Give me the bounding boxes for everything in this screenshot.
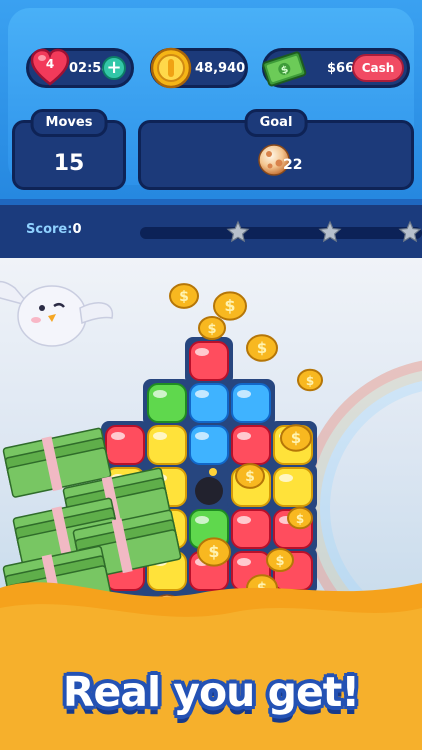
lives-count: 4 (45, 57, 55, 71)
score-text: Score:0 (26, 222, 81, 237)
flying-coin-icon: $ (169, 283, 199, 309)
gem-tile[interactable] (273, 467, 313, 507)
flying-coin-icon: $ (287, 506, 313, 530)
svg-text:$: $ (179, 289, 189, 305)
svg-text:$: $ (257, 339, 267, 357)
cash-button[interactable]: Cash (352, 54, 404, 82)
svg-text:$: $ (296, 512, 304, 526)
star-2-icon (318, 220, 342, 243)
add-lives-button[interactable]: + (102, 56, 126, 80)
coin-balance: 48,940 (195, 61, 246, 76)
money-stack-icon: $ (262, 51, 307, 87)
score-bar: Score:0 (0, 205, 422, 258)
flying-coin-icon: $ (246, 334, 278, 362)
goal-count: 22 (283, 157, 303, 173)
svg-text:$: $ (291, 429, 301, 447)
svg-text:$: $ (245, 469, 255, 485)
orange-floor-wave (0, 582, 422, 750)
moves-panel: Moves 15 (12, 109, 126, 190)
lives-timer-pill[interactable]: 4 02:54 + (26, 48, 134, 88)
star-3-icon (398, 220, 422, 243)
top-hud: 4 02:54 + 48,940 $ $66 Cash Moves 15 Goa… (0, 0, 422, 205)
gem-tile[interactable] (189, 425, 229, 465)
goal-panel: Goal 22 (138, 109, 414, 190)
gem-tile[interactable] (231, 383, 271, 423)
score-value: 0 (72, 222, 82, 237)
cash-pill: $ $66 Cash (262, 48, 410, 88)
flying-coin-icon: $ (280, 424, 312, 452)
svg-text:$: $ (208, 542, 219, 561)
cash-balance: $66 (327, 61, 355, 76)
gem-tile[interactable] (231, 509, 271, 549)
gem-tile[interactable] (189, 383, 229, 423)
gem-tile[interactable] (105, 425, 145, 465)
game-scene: $$$$$$$$$$$ Real you get! (0, 258, 422, 750)
coins-pill: 48,940 (150, 47, 248, 89)
gem-tile[interactable] (231, 425, 271, 465)
svg-text:$: $ (306, 374, 314, 388)
score-progress-bar (140, 220, 422, 243)
flying-coin-icon: $ (197, 537, 231, 567)
score-label: Score: (26, 222, 73, 237)
svg-text:$: $ (207, 322, 216, 337)
flying-coin-icon: $ (198, 315, 226, 341)
moves-count: 15 (53, 151, 85, 176)
svg-text:$: $ (275, 554, 284, 569)
star-1-icon (226, 220, 250, 243)
moves-title: Moves (30, 109, 108, 137)
gem-tile[interactable] (147, 425, 187, 465)
svg-text:$: $ (224, 296, 235, 315)
flying-coin-icon: $ (297, 368, 323, 392)
flying-coin-icon: $ (213, 291, 247, 321)
heart-icon: 4 (29, 47, 71, 89)
coin-icon (150, 47, 192, 89)
promo-tagline: Real you get! (62, 668, 360, 716)
flying-coin-icon: $ (235, 463, 265, 489)
goal-title: Goal (244, 109, 308, 137)
gem-tile[interactable] (189, 341, 229, 381)
gem-tile[interactable] (147, 383, 187, 423)
